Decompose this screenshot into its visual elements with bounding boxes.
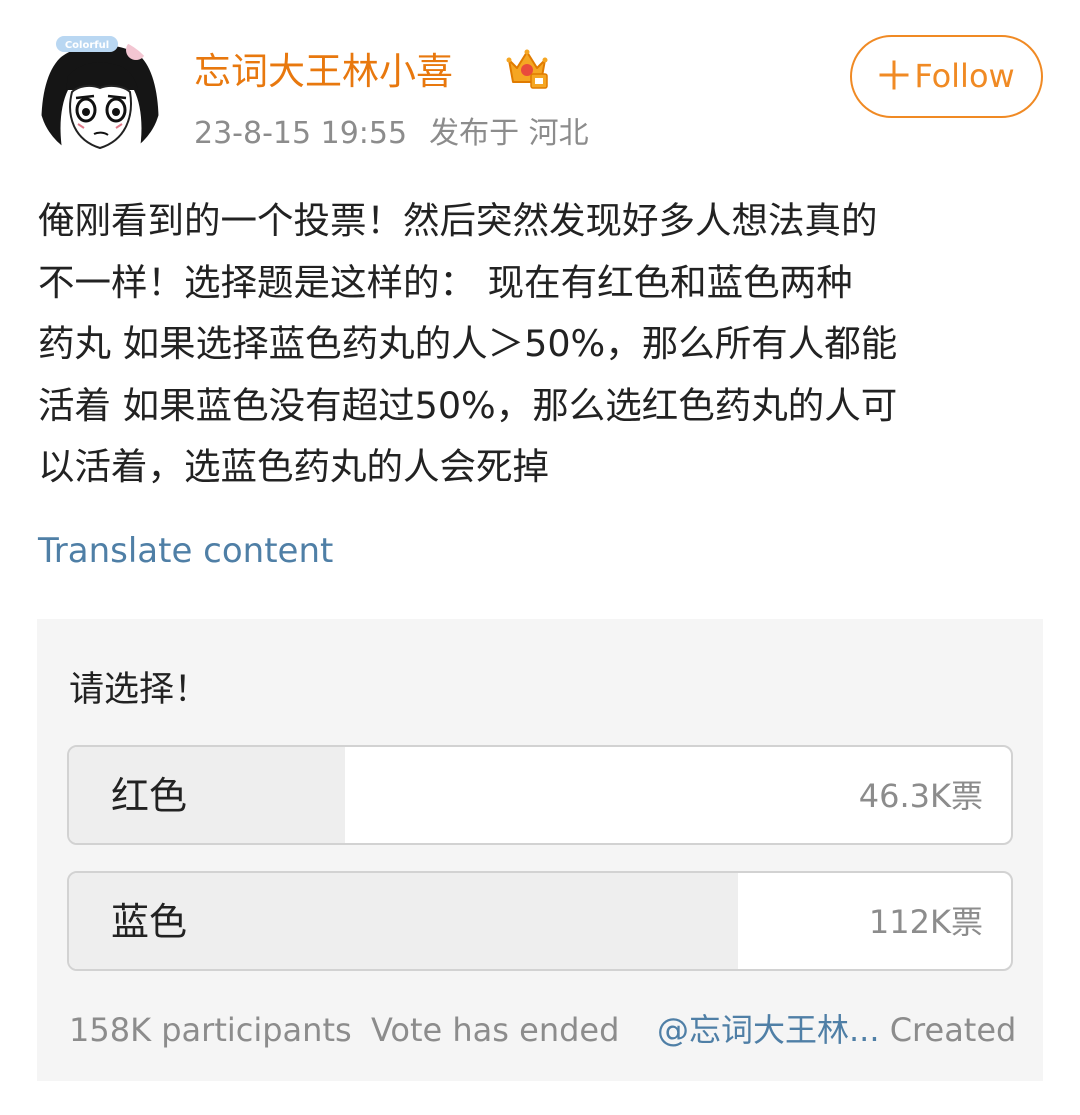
poll-option-label: 红色 (111, 774, 188, 818)
author-name[interactable]: 忘词大王林小喜 (194, 46, 453, 98)
manga-girl-avatar-icon: Colorful (39, 36, 161, 159)
post-location: 发布于 河北 (429, 116, 589, 151)
post-meta: 23-8-15 19:55 发布于 河北 (194, 112, 589, 156)
follow-button[interactable]: Follow (850, 35, 1043, 118)
poll-footer: 158K participants Vote has ended @忘词大王林.… (69, 1007, 1016, 1053)
poll-creator-suffix: Created (889, 1011, 1017, 1049)
author-avatar[interactable]: Colorful (38, 36, 162, 160)
poll-creator-handle[interactable]: @忘词大王林... (657, 1011, 880, 1049)
poll-card: 请选择！ 红色 46.3K票 蓝色 112K票 158K participant… (37, 619, 1043, 1081)
poll-option-label: 蓝色 (111, 900, 188, 944)
post-timestamp: 23-8-15 19:55 (194, 116, 408, 151)
svg-text:Colorful: Colorful (65, 40, 109, 51)
poll-option-blue[interactable]: 蓝色 112K票 (67, 871, 1013, 971)
poll-option-red[interactable]: 红色 46.3K票 (67, 745, 1013, 845)
poll-option-votes: 112K票 (868, 903, 983, 941)
post-body: 俺刚看到的一个投票！然后突然发现好多人想法真的 不一样！选择题是这样的： 现在有… (38, 199, 898, 488)
crown-vip-icon[interactable] (503, 44, 551, 92)
post-header: Colorful 忘词大王林小喜 23-8-15 19:55 发布于 河北 Fol… (0, 0, 1080, 180)
poll-status: Vote has ended (371, 1011, 620, 1049)
poll-option-votes: 46.3K票 (858, 777, 983, 815)
plus-icon (879, 60, 909, 90)
avatar-badge: Colorful (56, 36, 118, 52)
translate-content-link[interactable]: Translate content (38, 526, 333, 576)
poll-participants: 158K participants (69, 1011, 352, 1049)
poll-question: 请选择！ (69, 670, 210, 710)
follow-button-label: Follow (914, 57, 1015, 95)
poll-creator: @忘词大王林... Created (657, 1007, 1016, 1053)
